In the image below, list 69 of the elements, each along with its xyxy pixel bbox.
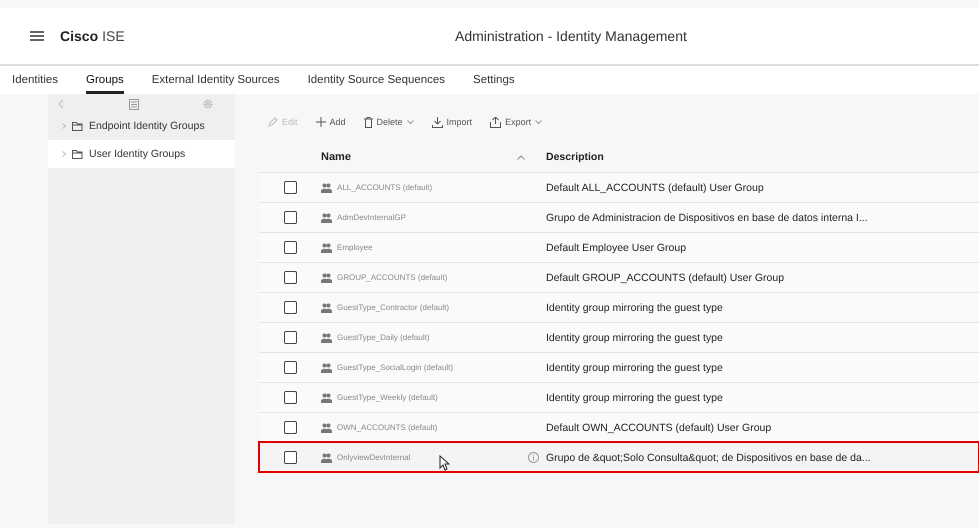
brand-suffix: ISE [102,28,125,44]
users-icon [321,182,332,192]
group-name: GuestType_SocialLogin (default) [337,363,454,372]
info-icon[interactable] [528,452,539,463]
group-name: Employee [337,243,373,252]
tab[interactable]: Identity Source Sequences [308,66,446,94]
tree-item-label: User Identity Groups [89,148,186,160]
checkbox[interactable] [284,181,296,194]
checkbox[interactable] [284,241,296,254]
users-icon [321,332,332,342]
group-name: GuestType_Daily (default) [337,333,430,342]
tree-item-label: Endpoint Identity Groups [89,120,205,132]
tree-item[interactable]: Endpoint Identity Groups [48,112,235,140]
tab[interactable]: External Identity Sources [152,66,280,94]
tab[interactable]: Settings [473,66,515,94]
column-header[interactable]: Name [321,151,546,163]
add-button[interactable]: Add [310,115,351,129]
group-name: OnlyviewDevInternal [337,453,410,462]
group-name: GuestType_Weekly (default) [337,393,438,402]
checkbox[interactable] [284,391,296,404]
group-name: GuestType_Contractor (default) [337,303,450,312]
table-row[interactable]: OWN_ACCOUNTS (default) Default OWN_ACCOUNTS (default) User Group [259,412,979,442]
highlighted-row[interactable]: OnlyviewDevInternal Grupo de &quot;Solo Consulta&quot; de Dispositivos en base de da... [259,442,979,472]
group-description: Identity group mirroring the guest type [546,392,723,404]
group-description: Grupo de &quot;Solo Consulta&quot; de Dispositivos en base de da... [546,452,871,464]
group-description: Default OWN_ACCOUNTS (default) User Group [546,422,772,434]
trash-icon [364,116,373,128]
folder-icon [72,150,83,158]
checkbox[interactable] [284,301,296,314]
mouse-cursor-icon [439,454,450,470]
tab[interactable]: Identities [12,66,58,94]
tree-item[interactable]: User Identity Groups [48,140,235,168]
delete-button[interactable]: Delete [358,114,419,130]
checkbox[interactable] [284,451,296,464]
brand-name: Cisco [60,28,98,44]
users-icon [321,392,332,402]
download-icon [432,116,443,128]
import-button[interactable]: Import [426,114,478,130]
checkbox[interactable] [284,421,296,434]
checkbox[interactable] [284,361,296,374]
upload-icon [490,116,502,128]
group-name: AdmDevInternalGP [337,213,406,222]
group-name: GROUP_ACCOUNTS (default) [337,273,448,282]
group-description: Identity group mirroring the guest type [546,332,723,344]
users-icon [321,362,332,372]
export-button[interactable]: Export [485,114,548,130]
checkbox[interactable] [284,331,296,344]
group-description: Grupo de Administracion de Dispositivos en base de datos interna I... [546,212,868,224]
group-name: OWN_ACCOUNTS (default) [337,423,438,432]
users-icon [321,212,332,222]
folder-icon [72,122,83,130]
column-header[interactable]: Description [546,151,604,163]
group-description: Identity group mirroring the guest type [546,302,723,314]
plus-icon [316,117,326,127]
users-icon [321,272,332,282]
pencil-icon [268,117,278,127]
menu-icon[interactable] [30,31,44,41]
users-icon [321,302,332,312]
group-name: ALL_ACCOUNTS (default) [337,183,432,192]
users-icon [321,452,332,462]
checkbox[interactable] [284,271,296,284]
checkbox[interactable] [284,211,296,224]
group-description: Default GROUP_ACCOUNTS (default) User Group [546,272,784,284]
group-description: Default ALL_ACCOUNTS (default) User Group [546,182,764,194]
group-description: Identity group mirroring the guest type [546,362,723,374]
group-description: Default Employee User Group [546,242,686,254]
users-icon [321,242,332,252]
page-title: Administration - Identity Management [455,28,687,44]
users-icon [321,422,332,432]
